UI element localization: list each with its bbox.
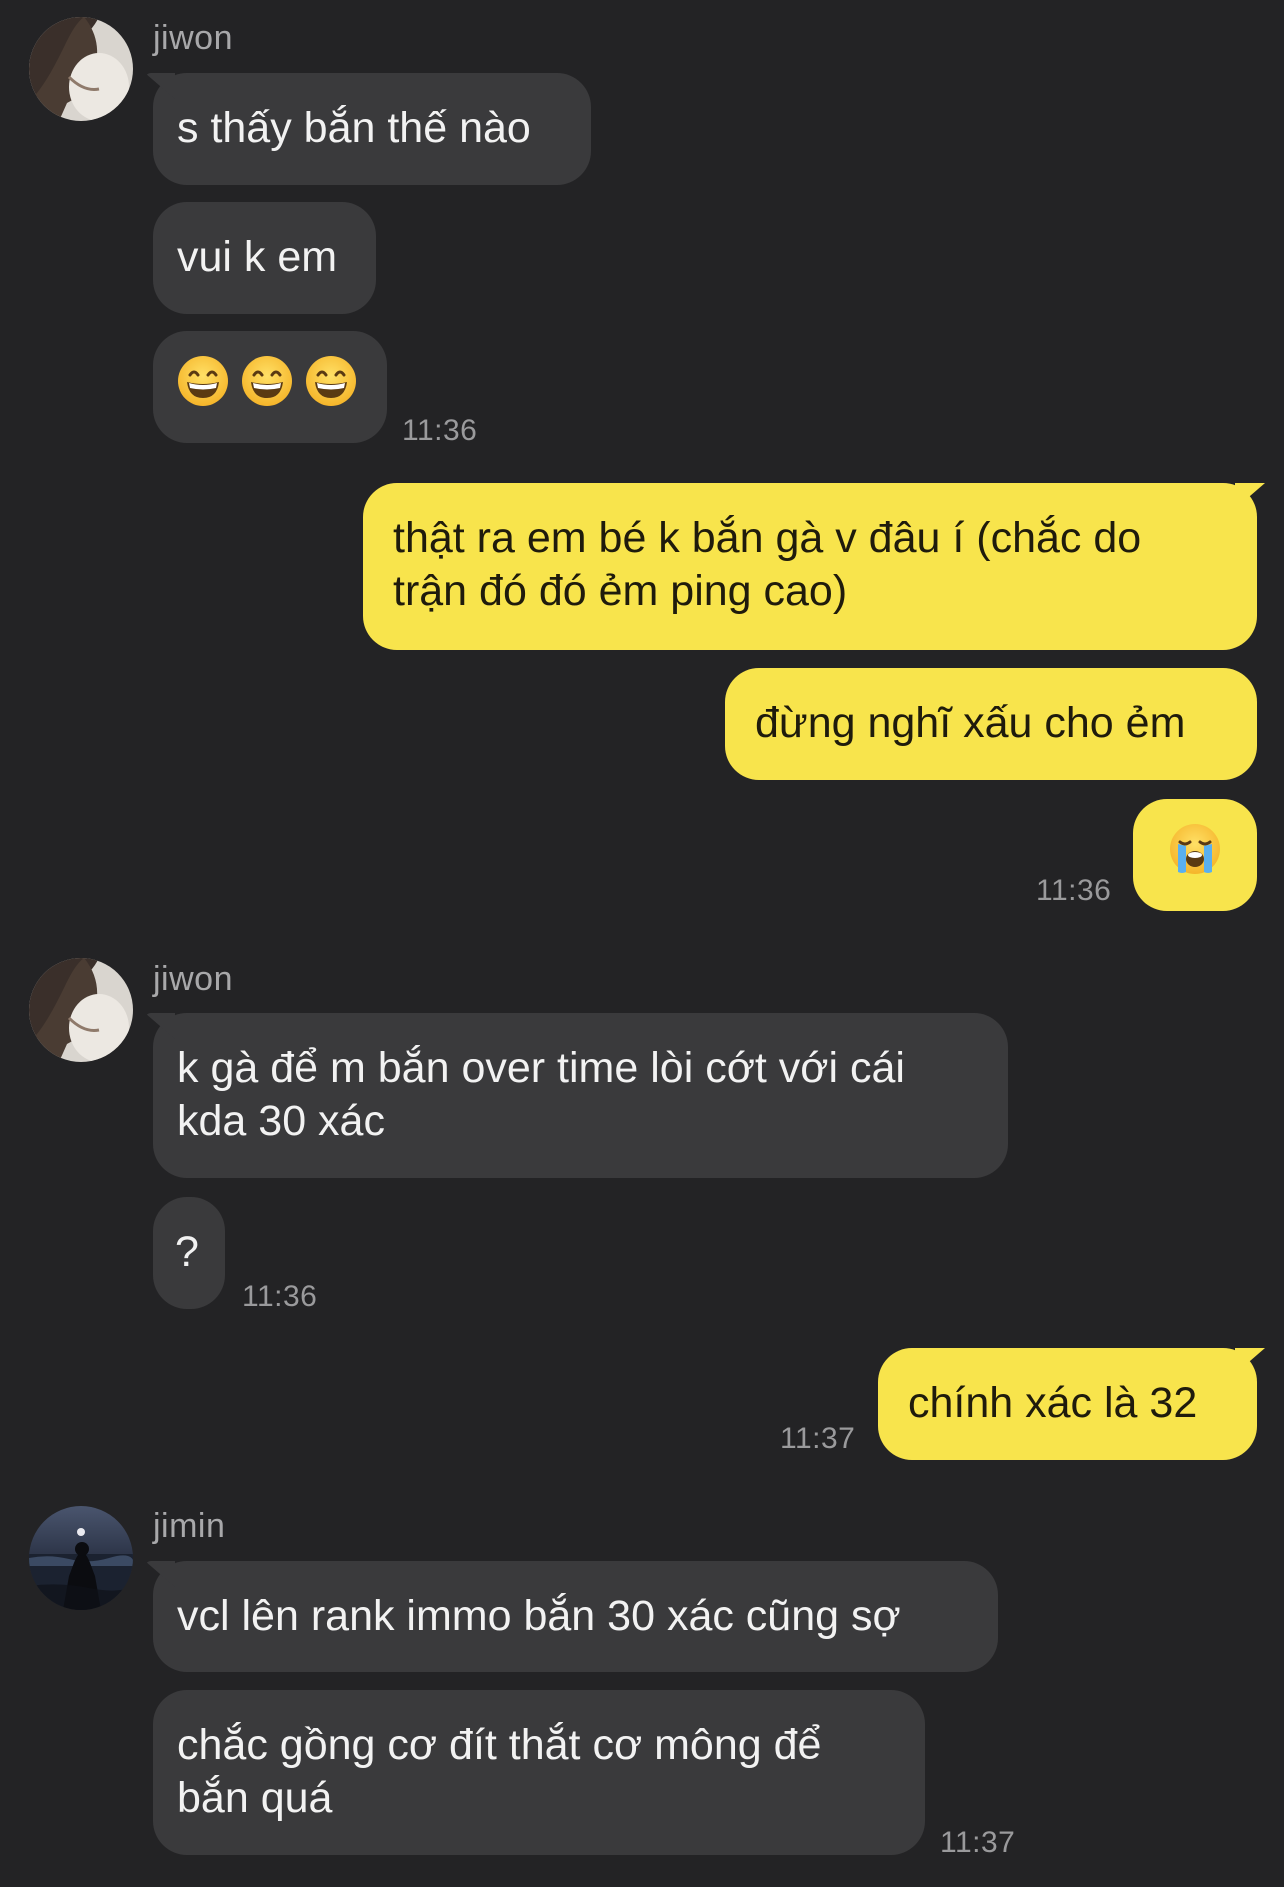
message-text: ?	[175, 1228, 199, 1276]
message-bubble[interactable]: k gà để m bắn over time lòi cớt với cái …	[153, 1013, 1008, 1178]
grinning-face-icon	[177, 355, 229, 420]
message-bubble[interactable]: đừng nghĩ xấu cho ẻm	[725, 668, 1257, 780]
emoji-row	[177, 331, 363, 443]
message-timestamp: 11:36	[1036, 874, 1112, 907]
message-text: vui k em	[177, 233, 338, 281]
message-text-line: bắn quá	[177, 1774, 333, 1822]
sender-name: jiwon	[153, 19, 233, 57]
message-bubble[interactable]: ?	[153, 1197, 225, 1309]
grinning-face-icon	[241, 355, 293, 420]
message-timestamp: 11:37	[780, 1422, 856, 1455]
message-bubble[interactable]: s thấy bắn thế nào	[153, 73, 591, 185]
message-text-line: thật ra em bé k bắn gà v đâu í (chắc do	[393, 514, 1142, 562]
message-bubble[interactable]	[1133, 799, 1257, 911]
message-text: chính xác là 32	[908, 1379, 1198, 1427]
sender-name: jimin	[153, 1507, 226, 1545]
grinning-face-icon	[305, 355, 357, 420]
avatar-jiwon[interactable]	[29, 17, 133, 121]
avatar-jimin[interactable]	[29, 1506, 133, 1610]
message-timestamp: 11:36	[242, 1280, 318, 1313]
message-text: s thấy bắn thế nào	[177, 104, 531, 152]
sender-name: jiwon	[153, 960, 233, 998]
message-text-line: chắc gồng cơ đít thắt cơ mông để	[177, 1721, 822, 1769]
message-timestamp: 11:37	[940, 1826, 1016, 1859]
message-text: vcl lên rank immo bắn 30 xác cũng sợ	[177, 1592, 901, 1640]
message-bubble[interactable]	[153, 331, 387, 443]
message-text-line: kda 30 xác	[177, 1097, 385, 1145]
message-text-line: trận đó đó ẻm ping cao)	[393, 567, 848, 615]
avatar-jiwon[interactable]	[29, 958, 133, 1062]
message-bubble[interactable]: vui k em	[153, 202, 376, 314]
message-bubble[interactable]: thật ra em bé k bắn gà v đâu í (chắc do …	[363, 483, 1257, 650]
message-text: đừng nghĩ xấu cho ẻm	[755, 699, 1186, 747]
message-text-line: k gà để m bắn over time lòi cớt với cái	[177, 1044, 905, 1092]
message-timestamp: 11:36	[402, 414, 478, 447]
message-bubble[interactable]: chính xác là 32	[878, 1348, 1257, 1460]
message-bubble[interactable]: vcl lên rank immo bắn 30 xác cũng sợ	[153, 1561, 998, 1672]
loudly-crying-face-icon	[1168, 822, 1222, 889]
message-bubble[interactable]: chắc gồng cơ đít thắt cơ mông để bắn quá	[153, 1690, 925, 1855]
